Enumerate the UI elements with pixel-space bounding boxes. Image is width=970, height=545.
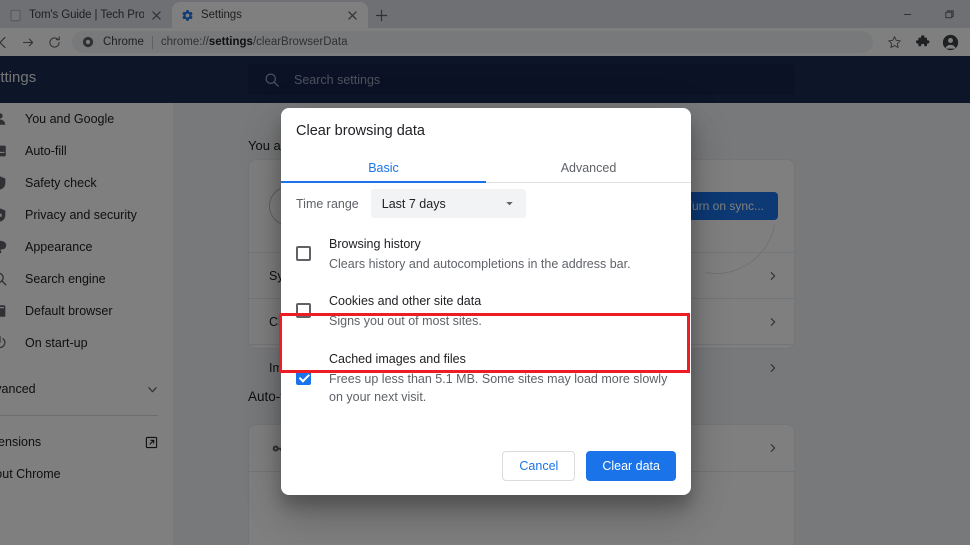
option-text: Cookies and other site data Signs you ou… [329, 293, 675, 330]
dialog-title: Clear browsing data [296, 123, 425, 139]
time-range-row: Time range Last 7 days [296, 189, 526, 218]
option-description: Signs you out of most sites. [329, 312, 675, 330]
option-text: Cached images and files Frees up less th… [329, 351, 675, 406]
clear-options-list: Browsing history Clears history and auto… [281, 226, 691, 416]
cached-images-checkbox[interactable] [296, 370, 311, 385]
tab-advanced[interactable]: Advanced [486, 154, 691, 182]
dialog-tabs: Basic Advanced [281, 154, 691, 183]
option-text: Browsing history Clears history and auto… [329, 236, 675, 273]
time-range-value: Last 7 days [382, 197, 446, 211]
option-cached-images-and-files[interactable]: Cached images and files Frees up less th… [281, 340, 691, 416]
time-range-label: Time range [296, 197, 359, 211]
option-title: Browsing history [329, 236, 675, 253]
clear-data-button[interactable]: Clear data [586, 451, 676, 481]
option-title: Cookies and other site data [329, 293, 675, 310]
option-browsing-history[interactable]: Browsing history Clears history and auto… [281, 226, 691, 283]
tab-basic[interactable]: Basic [281, 154, 486, 182]
dialog-actions: Cancel Clear data [502, 451, 676, 481]
option-cookies-and-site-data[interactable]: Cookies and other site data Signs you ou… [281, 283, 691, 340]
option-description: Frees up less than 5.1 MB. Some sites ma… [329, 370, 675, 406]
cancel-button[interactable]: Cancel [502, 451, 575, 481]
tab-label: Advanced [561, 161, 617, 175]
browser-window: Tom's Guide | Tech Product Revie Setting… [0, 0, 970, 545]
browsing-history-checkbox[interactable] [296, 246, 311, 261]
chevron-down-icon [504, 198, 515, 209]
option-title: Cached images and files [329, 351, 675, 368]
time-range-select[interactable]: Last 7 days [371, 189, 526, 218]
cookies-checkbox[interactable] [296, 303, 311, 318]
option-description: Clears history and autocompletions in th… [329, 255, 675, 273]
clear-browsing-data-dialog: Clear browsing data Basic Advanced Time … [281, 108, 691, 495]
tab-label: Basic [368, 161, 399, 175]
